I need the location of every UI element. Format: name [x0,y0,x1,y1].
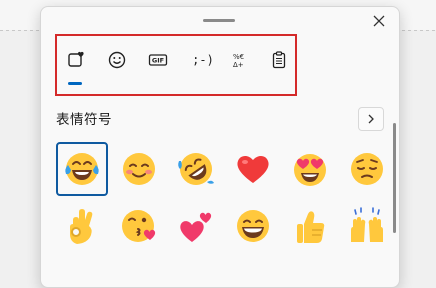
section-title: 表情符号 [56,112,112,128]
tab-emoji[interactable] [106,49,128,71]
clipboard-icon [272,51,286,69]
smiley-icon [108,51,126,69]
emoji-rolling-on-the-floor-laughing[interactable] [170,142,222,196]
emoji-raising-hands[interactable] [341,199,393,253]
close-button[interactable] [371,13,387,29]
thumbs-up-icon [297,211,325,243]
rolling-on-the-floor-laughing-icon [178,153,214,185]
emoji-thumbs-up[interactable] [284,199,336,253]
red-heart-icon [237,155,269,183]
emoji-smiling-face-with-heart-eyes[interactable] [284,142,336,196]
emoji-grinning-face-with-big-eyes[interactable] [227,199,279,253]
emoji-red-heart[interactable] [227,142,279,196]
grinning-face-with-big-eyes-icon [237,210,269,242]
tab-kaomoji[interactable]: ;-) [189,49,217,71]
selected-tab-indicator [68,82,82,85]
raising-hands-icon [351,207,383,242]
drag-handle[interactable] [203,19,235,22]
emoji-pensive-face[interactable] [341,142,393,196]
svg-text:Δ+: Δ+ [233,61,244,69]
emoji-smiling-face-with-blush[interactable] [113,142,165,196]
pensive-face-icon [351,153,383,185]
next-section-button[interactable] [358,107,384,131]
tab-gif[interactable]: GIF [147,49,169,71]
emoji-two-hearts[interactable] [170,199,222,253]
scrollbar[interactable] [393,123,396,233]
svg-text:%€: %€ [233,53,244,61]
face-blowing-a-kiss-icon [122,210,156,242]
two-hearts-icon [180,212,212,242]
tab-symbols[interactable]: %€ Δ+ [229,49,251,71]
emoji-ok-hand[interactable] [56,199,108,253]
gif-icon: GIF [148,54,168,66]
close-icon [373,15,385,27]
recent-emoji-heart-icon [68,51,84,67]
tab-clipboard[interactable] [268,49,290,71]
face-with-tears-of-joy-icon [65,153,99,185]
smiling-face-with-heart-eyes-icon [294,154,326,186]
tab-recent[interactable] [65,49,87,71]
emoji-face-blowing-a-kiss[interactable] [113,199,165,253]
smiling-face-with-blush-icon [123,153,155,185]
emoji-face-with-tears-of-joy[interactable] [56,142,108,196]
chevron-right-icon [368,114,374,124]
category-toolbar: GIF ;-) %€ Δ+ [55,34,297,96]
emoji-picker-panel: GIF ;-) %€ Δ+ 表情符号 [40,6,400,288]
ok-hand-icon [70,209,93,244]
symbols-icon: %€ Δ+ [233,53,244,69]
kaomoji-icon: ;-) [192,53,214,67]
gif-label: GIF [152,57,164,65]
